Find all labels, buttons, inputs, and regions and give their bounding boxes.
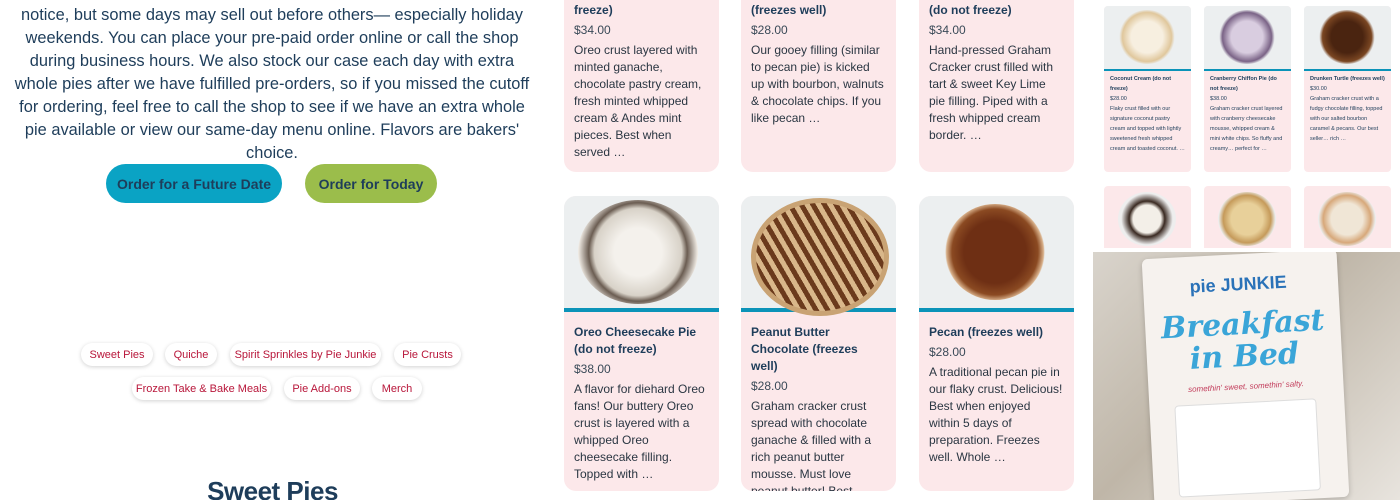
product-description: A flavor for diehard Oreo fans! Our butt…	[574, 382, 705, 481]
product-price: $34.00	[929, 23, 966, 37]
product-price: $28.00	[929, 345, 966, 359]
product-card[interactable]: freeze) $34.00 Oreo crust layered with m…	[564, 0, 719, 172]
pie-image	[1118, 192, 1176, 246]
product-name[interactable]: freeze)	[574, 2, 709, 19]
label-menu-box	[1174, 398, 1321, 498]
product-price: $28.00	[751, 23, 788, 37]
product-description: A traditional pecan pie in our flaky cru…	[929, 365, 1063, 464]
category-frozen-meals[interactable]: Frozen Take & Bake Meals	[132, 377, 271, 400]
product-card[interactable]: (do not freeze) $34.00 Hand-pressed Grah…	[919, 0, 1074, 172]
mini-product-price: $30.00	[1310, 86, 1327, 92]
left-panel: notice, but some days may sell out befor…	[0, 0, 545, 500]
product-grid: freeze) $34.00 Oreo crust layered with m…	[545, 0, 1093, 500]
mini-product-image	[1304, 6, 1391, 71]
mini-product-name[interactable]: Coconut Cream (do not freeze)	[1110, 74, 1185, 94]
product-image[interactable]	[741, 196, 896, 316]
order-future-date-button[interactable]: Order for a Future Date	[106, 164, 282, 203]
label-title: Breakfast in Bed	[1160, 302, 1326, 377]
mini-product-image	[1204, 6, 1291, 71]
label-tagline: somethin' sweet, somethin' salty.	[1187, 378, 1305, 395]
oreo-cheesecake-pie-image	[578, 200, 698, 304]
mini-product-description: Graham cracker crust with a fudgy chocol…	[1310, 96, 1383, 142]
drunken-turtle-pie-image	[1318, 10, 1376, 64]
category-merch[interactable]: Merch	[372, 377, 422, 400]
breakfast-in-bed-photo: pie JUNKIE Breakfast in Bed somethin' sw…	[1093, 252, 1400, 500]
category-sweet-pies[interactable]: Sweet Pies	[81, 343, 153, 366]
mini-product-card[interactable]	[1104, 186, 1191, 248]
product-description: Oreo crust layered with minted ganache, …	[574, 43, 702, 159]
intro-paragraph: notice, but some days may sell out befor…	[14, 6, 530, 162]
mini-product-card[interactable]	[1304, 186, 1391, 248]
product-price: $28.00	[751, 379, 788, 393]
section-heading: Sweet Pies	[207, 476, 338, 500]
product-card[interactable]: Pecan (freezes well) $28.00 A traditiona…	[919, 196, 1074, 491]
mini-product-price: $38.00	[1210, 96, 1227, 102]
mini-product-card[interactable]: Coconut Cream (do not freeze) $28.00 Fla…	[1104, 6, 1191, 172]
mini-product-description: Graham cracker crust layered with cranbe…	[1210, 106, 1283, 152]
category-pie-crusts[interactable]: Pie Crusts	[394, 343, 461, 366]
product-image[interactable]	[919, 196, 1074, 312]
product-card[interactable]: Peanut Butter Chocolate (freezes well) $…	[741, 196, 896, 491]
product-name[interactable]: (freezes well)	[751, 2, 886, 19]
product-name[interactable]: (do not freeze)	[929, 2, 1064, 19]
product-description: Hand-pressed Graham Cracker crust filled…	[929, 43, 1054, 142]
product-card[interactable]: Oreo Cheesecake Pie (do not freeze) $38.…	[564, 196, 719, 491]
mini-product-card[interactable]	[1204, 186, 1291, 248]
mini-product-description: Flaky crust filled with our signature co…	[1110, 106, 1185, 152]
product-description: Graham cracker crust spread with chocola…	[751, 399, 872, 491]
mini-product-card[interactable]: Cranberry Chiffon Pie (do not freeze) $3…	[1204, 6, 1291, 172]
product-name[interactable]: Peanut Butter Chocolate (freezes well)	[751, 324, 886, 375]
product-card[interactable]: (freezes well) $28.00 Our gooey filling …	[741, 0, 896, 172]
product-name[interactable]: Pecan (freezes well)	[929, 324, 1064, 341]
product-label: pie JUNKIE Breakfast in Bed somethin' sw…	[1141, 252, 1350, 500]
category-pie-add-ons[interactable]: Pie Add-ons	[284, 377, 360, 400]
mini-product-name[interactable]: Cranberry Chiffon Pie (do not freeze)	[1210, 74, 1285, 94]
mini-product-card[interactable]: Drunken Turtle (freezes well) $30.00 Gra…	[1304, 6, 1391, 172]
product-description: Our gooey filling (similar to pecan pie)…	[751, 43, 884, 125]
mini-product-image	[1104, 6, 1191, 71]
product-image[interactable]	[564, 196, 719, 312]
pie-image	[1218, 192, 1276, 246]
mini-product-price: $28.00	[1110, 96, 1127, 102]
coconut-cream-pie-image	[1118, 10, 1176, 64]
pecan-pie-image	[945, 204, 1045, 300]
product-price: $34.00	[574, 23, 611, 37]
mini-product-name[interactable]: Drunken Turtle (freezes well)	[1310, 74, 1385, 84]
pie-junkie-logo: pie JUNKIE	[1189, 271, 1288, 297]
right-panel: Coconut Cream (do not freeze) $28.00 Fla…	[1093, 0, 1400, 500]
pie-image	[1318, 192, 1376, 246]
category-spirit-sprinkles[interactable]: Spirit Sprinkles by Pie Junkie	[230, 343, 381, 366]
product-name[interactable]: Oreo Cheesecake Pie (do not freeze)	[574, 324, 709, 358]
order-today-button[interactable]: Order for Today	[305, 164, 437, 203]
category-quiche[interactable]: Quiche	[165, 343, 217, 366]
cranberry-chiffon-pie-image	[1218, 10, 1276, 64]
peanut-butter-chocolate-pie-image	[751, 198, 889, 316]
product-price: $38.00	[574, 362, 611, 376]
